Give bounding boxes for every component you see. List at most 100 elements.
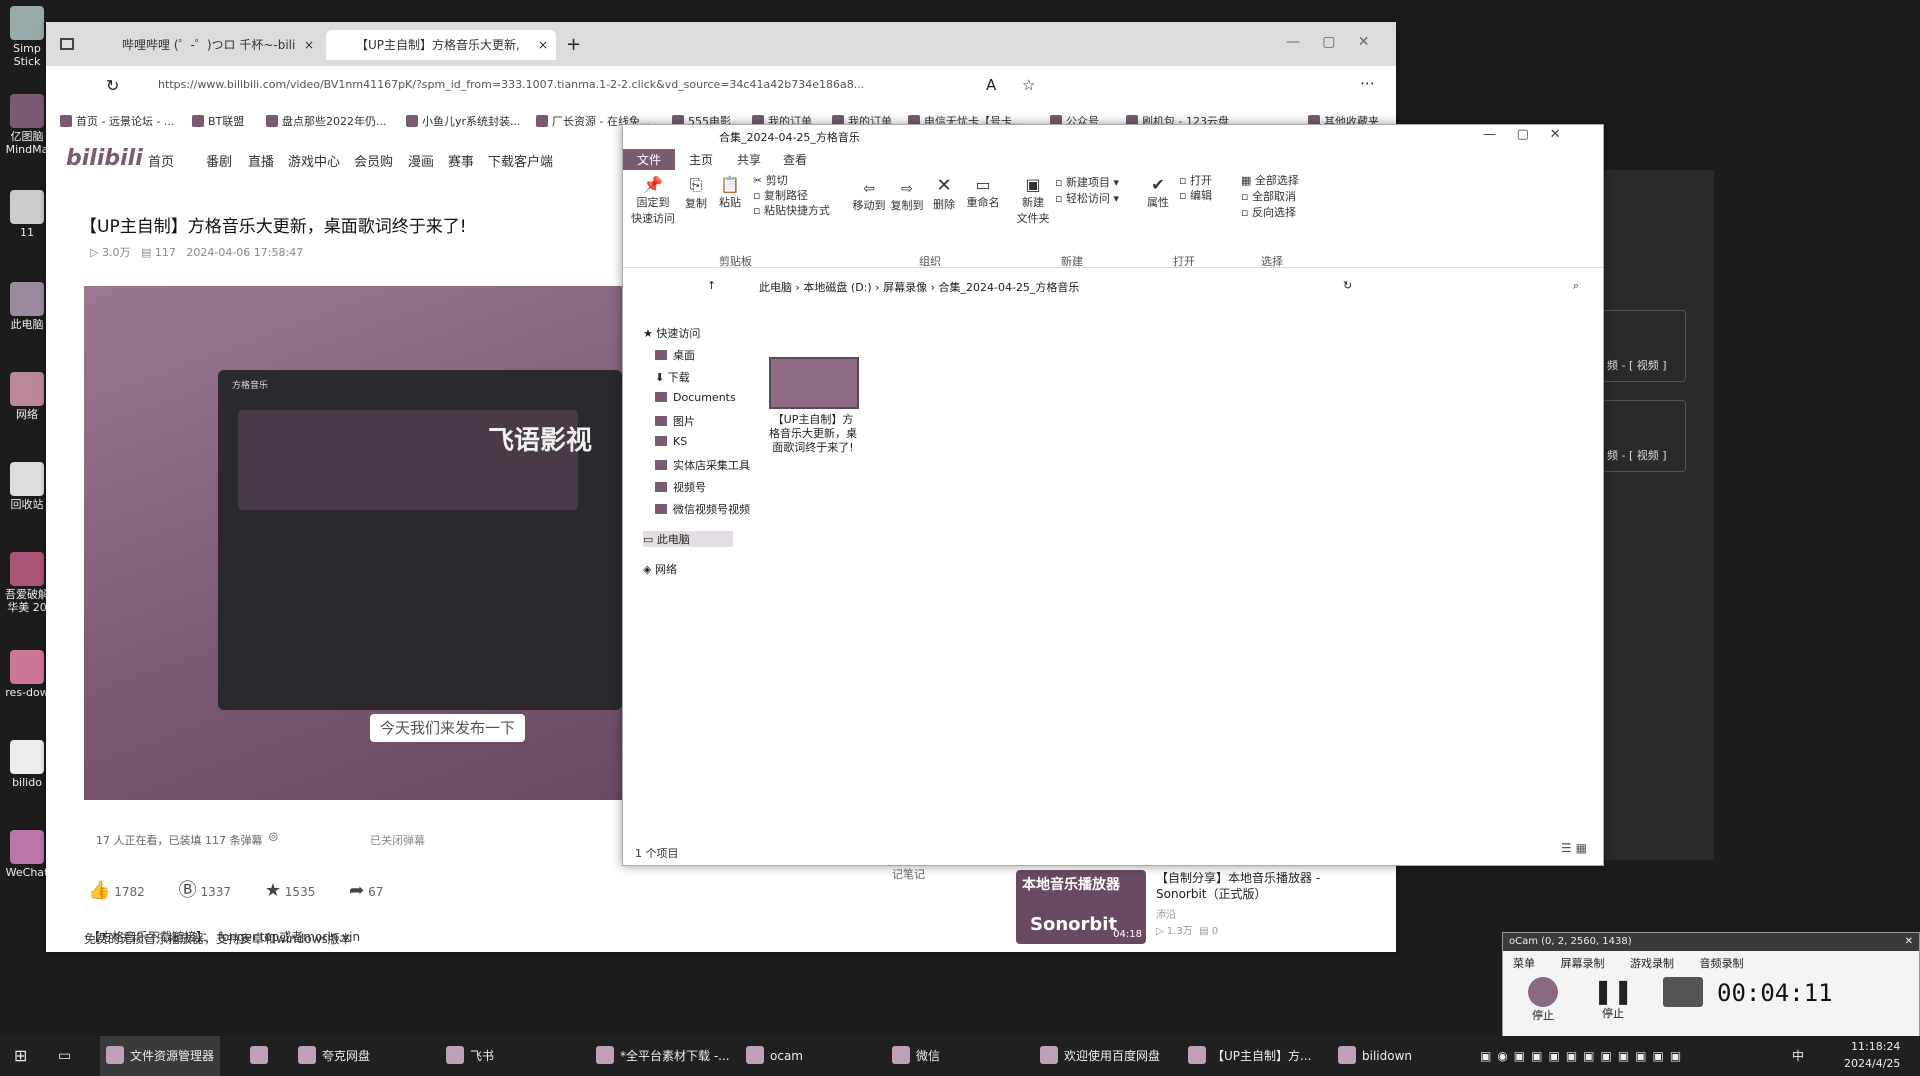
crumb-collection[interactable]: 合集_2024-04-25_方格音乐	[938, 281, 1079, 294]
ocam-tab-screen[interactable]: 屏幕录制	[1561, 957, 1605, 970]
open-button[interactable]: ▫ 打开	[1179, 173, 1212, 188]
move-to-button[interactable]: ⇦ 移动到	[851, 181, 887, 213]
copy-button[interactable]: ⎘ 复制	[681, 175, 711, 211]
more-menu-icon[interactable]: ⋯	[1360, 74, 1375, 92]
desktop-icon-52pojie[interactable]: 吾爱破解 华美 20	[4, 552, 50, 614]
search-icon[interactable]: ⌕	[1573, 279, 1579, 293]
close-icon[interactable]: ×	[538, 30, 548, 60]
fav-item[interactable]: 盘点那些2022年仍...	[266, 113, 386, 129]
copy-path-button[interactable]: ▫ 复制路径	[753, 188, 830, 203]
desktop-icon-recycle-bin[interactable]: 回收站	[4, 462, 50, 511]
tab-home[interactable]: 主页	[689, 151, 713, 168]
properties-button[interactable]: ✔ 属性	[1143, 175, 1173, 210]
tree-wechat-videos[interactable]: 微信视频号视频	[655, 501, 750, 517]
windows-start-icon[interactable]: ⊞	[14, 1036, 27, 1076]
new-item-button[interactable]: ▫ 新建项目 ▾	[1055, 175, 1119, 191]
notes-button[interactable]: 记笔记	[892, 866, 925, 882]
taskbar-quark[interactable]: 夸克网盘	[298, 1036, 370, 1076]
easy-access-button[interactable]: ▫ 轻松访问 ▾	[1055, 191, 1119, 207]
up-arrow-icon[interactable]: ↑	[707, 279, 716, 292]
rec-up[interactable]: 添沿	[1156, 906, 1176, 921]
tree-this-pc[interactable]: ▭ 此电脑	[643, 531, 733, 547]
side-card-1[interactable]: 频 - [ 视频 ]	[1602, 310, 1686, 382]
taskbar-browser[interactable]: 【UP主自制】方...	[1188, 1036, 1311, 1076]
taskbar-wechat[interactable]: 微信	[892, 1036, 940, 1076]
desktop-icon-bilidown[interactable]: bilido	[4, 740, 50, 789]
tree-network[interactable]: ◈ 网络	[643, 561, 677, 577]
new-folder-button[interactable]: ▣ 新建 文件夹	[1015, 175, 1051, 226]
tree-quick-access[interactable]: ★ 快速访问	[643, 325, 700, 341]
clock[interactable]: 11:18:24 2024/4/25	[1844, 1038, 1900, 1072]
nav-mall[interactable]: 会员购	[354, 151, 393, 170]
nav-anime[interactable]: 番剧	[206, 151, 232, 170]
danmaku-toggle-icon[interactable]: ⊚	[268, 830, 279, 845]
coin-button[interactable]: Ⓑ 1337	[179, 880, 231, 901]
refresh-icon[interactable]: ↻	[1343, 279, 1352, 292]
taskbar-bilidown[interactable]: bilidown	[1338, 1036, 1412, 1076]
pin-quick-access-button[interactable]: 📌 固定到 快速访问	[631, 175, 675, 226]
select-none-button[interactable]: ▫ 全部取消	[1241, 189, 1299, 205]
tray-icons[interactable]: ▣◉▣▣▣▣▣▣▣▣▣▣	[1480, 1036, 1687, 1076]
view-toggle-icons[interactable]: ☰ ▦	[1561, 841, 1587, 855]
crumb-drive-d[interactable]: 本地磁盘 (D:)	[803, 281, 871, 294]
tree-desktop[interactable]: 桌面	[655, 347, 695, 363]
close-icon[interactable]: ×	[304, 30, 314, 60]
ocam-stop-button[interactable]: 停止	[1523, 977, 1563, 1023]
crumb-screen-recording[interactable]: 屏幕录像	[883, 281, 927, 294]
tab-share[interactable]: 共享	[737, 151, 761, 168]
taskbar-store[interactable]	[250, 1036, 274, 1076]
desktop-icon-this-pc[interactable]: 此电脑	[4, 282, 50, 331]
rec-thumbnail[interactable]: 本地音乐播放器 Sonorbit 04:18	[1016, 870, 1146, 944]
fav-item[interactable]: 首页 - 远景论坛 - ...	[60, 113, 174, 129]
tab-file[interactable]: 文件	[623, 149, 676, 170]
favorite-button[interactable]: ★ 1535	[265, 880, 316, 901]
desktop-icon-11[interactable]: 11	[4, 190, 50, 239]
edit-button[interactable]: ▫ 编辑	[1179, 188, 1212, 203]
read-aloud-icon[interactable]: A	[986, 76, 996, 94]
taskbar-feishu[interactable]: 飞书	[446, 1036, 494, 1076]
desktop-icon-mindmaster[interactable]: 亿图脑 MindMa	[4, 94, 50, 156]
rec-title[interactable]: 【自制分享】本地音乐播放器 - Sonorbit（正式版）	[1156, 870, 1356, 902]
paste-shortcut-button[interactable]: ▫ 粘贴快捷方式	[753, 203, 830, 218]
delete-button[interactable]: ✕ 删除	[929, 175, 959, 212]
ocam-pause-button[interactable]: ❚❚ 停止	[1593, 977, 1633, 1021]
taskbar-downloader[interactable]: *全平台素材下载 -...	[596, 1036, 730, 1076]
fav-item[interactable]: BT联盟	[192, 113, 244, 129]
nav-manga[interactable]: 漫画	[408, 151, 434, 170]
taskbar-ocam[interactable]: ocam	[746, 1036, 803, 1076]
paste-button[interactable]: 📋 粘贴	[715, 175, 745, 210]
window-controls[interactable]: — ▢ ✕	[1286, 34, 1369, 50]
nav-esports[interactable]: 赛事	[448, 151, 474, 170]
invert-selection-button[interactable]: ▫ 反向选择	[1241, 205, 1299, 221]
nav-live[interactable]: 直播	[248, 151, 274, 170]
cut-button[interactable]: ✂ 剪切	[753, 173, 830, 188]
like-button[interactable]: 👍 1782	[88, 880, 145, 901]
bilibili-logo[interactable]: bilibili	[66, 146, 143, 171]
video-file[interactable]: 【UP主自制】方格音乐大更新，桌面歌词终于来了!	[769, 357, 859, 455]
danmaku-off-label[interactable]: 已关闭弹幕	[370, 832, 425, 848]
close-icon[interactable]: ✕	[1905, 933, 1913, 951]
select-all-button[interactable]: ▦ 全部选择	[1241, 173, 1299, 189]
nav-games[interactable]: 游戏中心	[288, 151, 340, 170]
tree-store-tool[interactable]: 实体店采集工具	[655, 457, 750, 473]
side-card-2[interactable]: 频 - [ 视频 ]	[1602, 400, 1686, 472]
task-view-icon[interactable]: ▭	[58, 1036, 71, 1076]
ocam-tab-game[interactable]: 游戏录制	[1630, 957, 1674, 970]
desktop-icon-res-download[interactable]: res-dow	[4, 650, 50, 699]
refresh-icon[interactable]: ↻	[106, 76, 119, 95]
taskbar-file-explorer[interactable]: 文件资源管理器	[100, 1036, 221, 1076]
tab-view[interactable]: 查看	[783, 151, 807, 168]
screen-icon[interactable]	[1663, 977, 1703, 1007]
desktop-icon-simple-sticky[interactable]: Simp Stick	[4, 6, 50, 68]
rename-button[interactable]: ▭ 重命名	[963, 175, 1003, 210]
explorer-window-controls[interactable]: — ▢ ✕	[1483, 127, 1561, 142]
copy-to-button[interactable]: ⇨ 复制到	[889, 181, 925, 213]
tab-bilibili-home[interactable]: 哔哩哔哩 (゜-゜)つロ 千杯~-bili ×	[92, 30, 322, 60]
tree-channels[interactable]: 视频号	[655, 479, 706, 495]
share-button[interactable]: ➦ 67	[349, 880, 383, 901]
desktop-icon-network[interactable]: 网络	[4, 372, 50, 421]
crumb-this-pc[interactable]: 此电脑	[759, 281, 792, 294]
tab-video[interactable]: 【UP主自制】方格音乐大更新, ×	[326, 30, 556, 60]
ime-indicator[interactable]: 中	[1792, 1036, 1804, 1076]
tree-downloads[interactable]: ⬇ 下载	[655, 369, 690, 385]
